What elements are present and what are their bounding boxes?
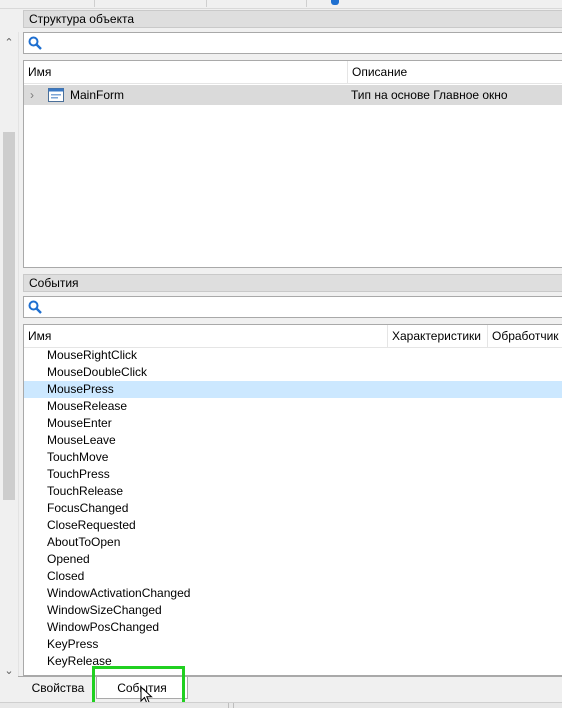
- event-name: Opened: [47, 552, 90, 566]
- event-name: CloseRequested: [47, 518, 136, 532]
- column-header-name[interactable]: Имя: [24, 61, 347, 83]
- events-panel-header: События: [23, 274, 562, 292]
- event-name: TouchRelease: [47, 484, 124, 498]
- event-row[interactable]: TouchRelease: [24, 483, 562, 500]
- event-name: MouseLeave: [47, 433, 116, 447]
- top-toolbar-strip: [0, 0, 562, 9]
- events-tree-header: Имя Характеристики Обработчик: [24, 325, 562, 348]
- events-search-bar[interactable]: [23, 296, 562, 318]
- event-name: MouseEnter: [47, 416, 112, 430]
- event-row[interactable]: MousePress: [24, 381, 562, 398]
- form-icon: [48, 88, 64, 102]
- structure-search-input[interactable]: [46, 35, 546, 51]
- tree-row-description: Тип на основе Главное окно: [351, 88, 508, 102]
- events-panel-title: События: [29, 276, 79, 290]
- vertical-scrollbar[interactable]: ⌃ ⌄: [0, 32, 19, 680]
- tab-properties[interactable]: Свойства: [26, 677, 90, 699]
- event-row[interactable]: MouseEnter: [24, 415, 562, 432]
- search-icon: [28, 300, 42, 314]
- expand-chevron-icon[interactable]: ›: [30, 87, 40, 103]
- event-row[interactable]: WindowPosChanged: [24, 619, 562, 636]
- scrollbar-thumb[interactable]: [3, 132, 15, 500]
- event-name: WindowActivationChanged: [47, 586, 191, 600]
- event-row[interactable]: WindowActivationChanged: [24, 585, 562, 602]
- event-name: WindowPosChanged: [47, 620, 160, 634]
- event-name: MouseRelease: [47, 399, 128, 413]
- pin-icon[interactable]: [331, 0, 339, 5]
- structure-panel-header: Структура объекта: [23, 10, 562, 28]
- event-row[interactable]: WindowSizeChanged: [24, 602, 562, 619]
- tree-row-mainform[interactable]: › MainForm Тип на основе Главное окно: [24, 85, 562, 105]
- column-header-characteristics[interactable]: Характеристики: [387, 325, 487, 347]
- event-name: MousePress: [47, 382, 114, 396]
- tree-row-name: MainForm: [70, 88, 125, 102]
- event-name: TouchMove: [47, 450, 109, 464]
- event-name: AboutToOpen: [47, 535, 121, 549]
- event-row[interactable]: MouseLeave: [24, 432, 562, 449]
- event-name: MouseDoubleClick: [47, 365, 148, 379]
- events-list: MouseRightClick MouseDoubleClick MousePres…: [24, 347, 562, 670]
- event-row[interactable]: KeyPress: [24, 636, 562, 653]
- bottom-status-strip: [0, 702, 562, 708]
- event-row[interactable]: MouseDoubleClick: [24, 364, 562, 381]
- event-name: MouseRightClick: [47, 348, 138, 362]
- event-row[interactable]: Opened: [24, 551, 562, 568]
- structure-search-bar[interactable]: [23, 32, 562, 54]
- event-name: FocusChanged: [47, 501, 129, 515]
- toolbar-separator: [206, 0, 207, 7]
- event-name: KeyPress: [47, 637, 99, 651]
- status-separator: [233, 703, 234, 708]
- scroll-down-icon[interactable]: ⌄: [3, 664, 15, 678]
- event-row[interactable]: TouchPress: [24, 466, 562, 483]
- event-name: Closed: [47, 569, 85, 583]
- status-separator: [228, 703, 229, 708]
- events-tree[interactable]: Имя Характеристики Обработчик MouseRight…: [23, 324, 562, 676]
- event-row[interactable]: Closed: [24, 568, 562, 585]
- toolbar-separator: [94, 0, 95, 7]
- search-icon: [28, 36, 42, 50]
- toolbar-separator: [306, 0, 307, 7]
- event-row[interactable]: TouchMove: [24, 449, 562, 466]
- column-header-handler[interactable]: Обработчик: [487, 325, 562, 347]
- event-name: TouchPress: [47, 467, 110, 481]
- scroll-up-icon[interactable]: ⌃: [3, 36, 15, 50]
- event-row[interactable]: FocusChanged: [24, 500, 562, 517]
- event-row[interactable]: CloseRequested: [24, 517, 562, 534]
- event-row[interactable]: MouseRightClick: [24, 347, 562, 364]
- event-row[interactable]: AboutToOpen: [24, 534, 562, 551]
- event-name: WindowSizeChanged: [47, 603, 162, 617]
- structure-panel-title: Структура объекта: [29, 12, 135, 26]
- highlight-box: [92, 666, 185, 705]
- structure-tree[interactable]: Имя Описание › MainForm Тип на основе Гл…: [23, 60, 562, 268]
- column-header-description[interactable]: Описание: [347, 61, 562, 83]
- structure-tree-header: Имя Описание: [24, 61, 562, 84]
- events-search-input[interactable]: [46, 299, 546, 315]
- column-header-name[interactable]: Имя: [24, 325, 387, 347]
- event-row[interactable]: MouseRelease: [24, 398, 562, 415]
